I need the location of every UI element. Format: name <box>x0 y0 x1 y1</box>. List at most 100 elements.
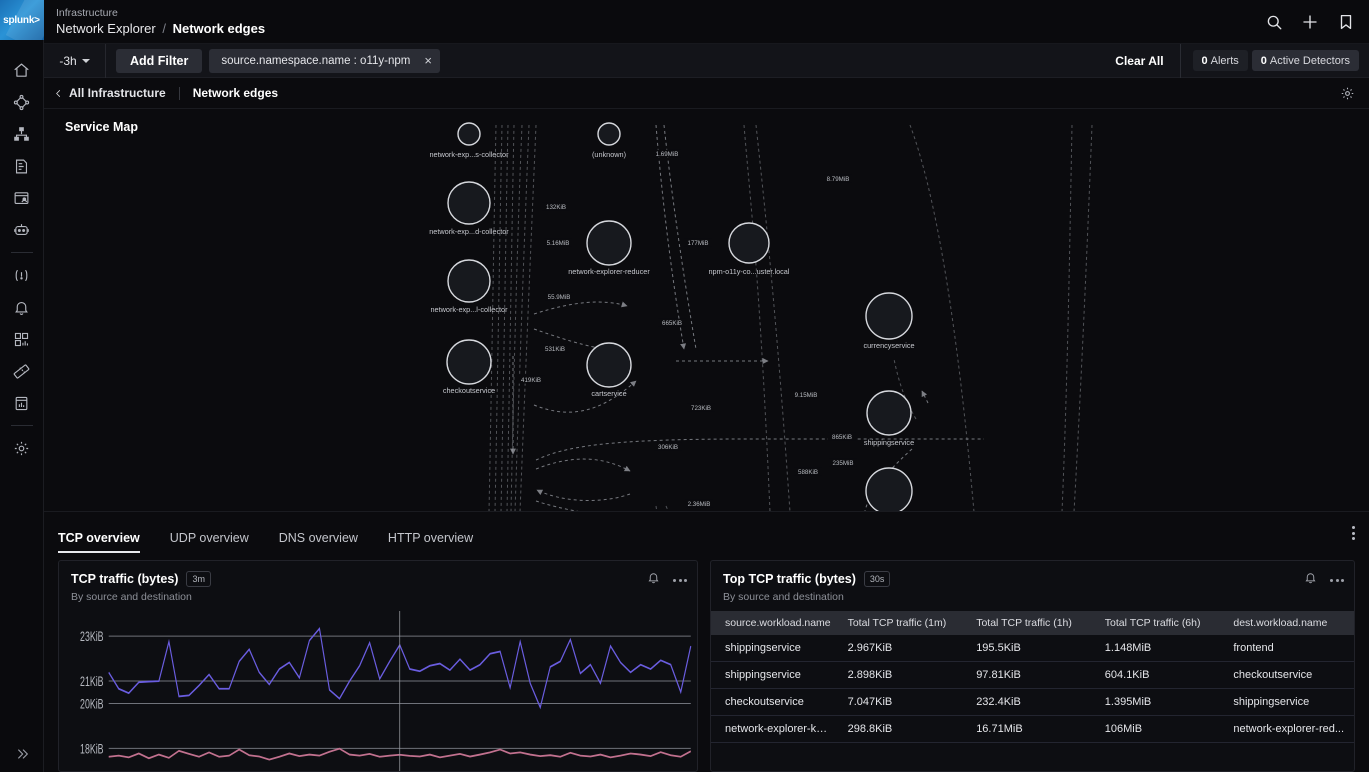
edge-traffic-label: 306KiB <box>658 444 678 451</box>
service-node[interactable] <box>598 123 620 145</box>
dashboards-icon[interactable] <box>0 323 44 355</box>
table-cell: network-explorer-red... <box>1225 716 1354 743</box>
incidents-icon[interactable] <box>0 259 44 291</box>
sub-navigation: All Infrastructure Network edges <box>44 78 1369 109</box>
filter-bar: -3h Add Filter source.namespace.name : o… <box>44 44 1369 78</box>
tabs-overflow-menu-icon[interactable] <box>1352 526 1355 553</box>
table-head: source.workload.nameTotal TCP traffic (1… <box>711 611 1354 635</box>
breadcrumb-parent: Infrastructure <box>56 7 265 19</box>
tab-dns-overview[interactable]: DNS overview <box>279 512 358 553</box>
close-icon[interactable]: × <box>424 54 432 67</box>
edge-traffic-label: 2.36MiB <box>688 501 711 508</box>
splunk-logo[interactable]: splunk> <box>0 0 44 40</box>
table-panel-header: Top TCP traffic (bytes) 30s By source an… <box>711 561 1354 603</box>
tcp-traffic-chart[interactable]: 23KiB21KiB20KiB18KiB <box>59 611 697 771</box>
table-cell: shippingservice <box>711 662 840 689</box>
service-node[interactable] <box>448 182 490 224</box>
left-nav-rail: splunk> <box>0 0 44 772</box>
table-column-header[interactable]: dest.workload.name <box>1225 611 1354 635</box>
table-cell: 2.898KiB <box>840 662 969 689</box>
service-node[interactable] <box>866 468 912 512</box>
table-column-header[interactable]: Total TCP traffic (1m) <box>840 611 969 635</box>
status-badge-detectors[interactable]: 0Active Detectors <box>1252 50 1359 71</box>
table-row[interactable]: shippingservice2.967KiB195.5KiB1.148MiBf… <box>711 635 1354 662</box>
home-icon[interactable] <box>0 54 44 86</box>
service-node[interactable] <box>448 260 490 302</box>
page-title: Network edges <box>173 21 265 36</box>
chart-panel-menu-icon[interactable] <box>673 579 687 582</box>
logs-icon[interactable] <box>0 150 44 182</box>
plus-icon[interactable] <box>1301 13 1319 31</box>
table-cell: 2.967KiB <box>840 635 969 662</box>
table-cell: checkoutservice <box>1225 662 1354 689</box>
main-column: Infrastructure Network Explorer / Networ… <box>44 0 1369 772</box>
edge-traffic-label: 723KiB <box>691 405 711 412</box>
table-cell: checkoutservice <box>711 689 840 716</box>
service-map-panel[interactable]: Service Map <box>44 109 1369 512</box>
table-row[interactable]: shippingservice2.898KiB97.81KiB604.1KiBc… <box>711 662 1354 689</box>
apm-icon[interactable] <box>0 86 44 118</box>
status-badges: 0Alerts 0Active Detectors <box>1181 50 1359 71</box>
clear-all-button[interactable]: Clear All <box>1115 44 1180 78</box>
settings-gear-icon[interactable] <box>0 432 44 464</box>
detectors-label: Active Detectors <box>1270 55 1350 67</box>
data-archive-icon[interactable] <box>0 387 44 419</box>
tab-udp-overview[interactable]: UDP overview <box>170 512 249 553</box>
chart-panel-subtitle: By source and destination <box>71 591 685 603</box>
alert-bell-icon[interactable] <box>647 571 660 589</box>
infrastructure-icon[interactable] <box>0 118 44 150</box>
subnav-divider <box>179 87 180 100</box>
tab-http-overview[interactable]: HTTP overview <box>388 512 473 553</box>
edge-traffic-label: 177MiB <box>688 240 709 247</box>
tab-label: UDP overview <box>170 532 249 545</box>
table-row[interactable]: checkoutservice7.047KiB232.4KiB1.395MiBs… <box>711 689 1354 716</box>
table-panel-menu-icon[interactable] <box>1330 579 1344 582</box>
table-column-header[interactable]: Total TCP traffic (6h) <box>1097 611 1226 635</box>
chart-panel-tools <box>647 571 687 589</box>
rail-divider-1 <box>11 252 33 253</box>
chart-y-tick-label: 21KiB <box>80 674 104 690</box>
service-node[interactable] <box>866 293 912 339</box>
overview-tabs: TCP overview UDP overview DNS overview HTTP… <box>58 512 503 553</box>
service-node[interactable] <box>447 340 491 384</box>
service-map-canvas[interactable]: network-exp...s-collector(unknown)networ… <box>44 109 1369 512</box>
edge-traffic-label: 588KiB <box>798 469 818 476</box>
filter-pill[interactable]: source.namespace.name : o11y-npm × <box>209 49 440 73</box>
chevron-down-icon <box>82 59 90 63</box>
metrics-ruler-icon[interactable] <box>0 355 44 387</box>
service-node[interactable] <box>867 391 911 435</box>
tcp-traffic-chart-panel: TCP traffic (bytes) 3m By source and des… <box>58 560 698 772</box>
table-row[interactable]: network-explorer-ker...298.8KiB16.71MiB1… <box>711 716 1354 743</box>
table-column-header[interactable]: source.workload.name <box>711 611 840 635</box>
table-cell: 604.1KiB <box>1097 662 1226 689</box>
service-node[interactable] <box>587 221 631 265</box>
table-cell: shippingservice <box>711 635 840 662</box>
service-node[interactable] <box>458 123 480 145</box>
back-to-all-infrastructure[interactable]: All Infrastructure <box>54 86 166 100</box>
gear-icon[interactable] <box>1340 86 1355 101</box>
chart-y-tick-label: 20KiB <box>80 696 104 712</box>
service-node[interactable] <box>587 343 631 387</box>
status-badge-alerts[interactable]: 0Alerts <box>1193 50 1248 71</box>
table-cell: 106MiB <box>1097 716 1226 743</box>
alerts-bell-icon[interactable] <box>0 291 44 323</box>
alerts-count: 0 <box>1202 55 1208 67</box>
synthetics-robot-icon[interactable] <box>0 214 44 246</box>
time-range-picker[interactable]: -3h <box>44 44 106 78</box>
search-icon[interactable] <box>1265 13 1283 31</box>
table-column-header[interactable]: Total TCP traffic (1h) <box>968 611 1097 635</box>
alert-bell-icon[interactable] <box>1304 571 1317 589</box>
service-node-label: network-exp...s-collector <box>429 150 509 159</box>
app-root: splunk> <box>0 0 1369 772</box>
breadcrumb-section[interactable]: Network Explorer <box>56 21 156 36</box>
service-node[interactable] <box>729 223 769 263</box>
tab-tcp-overview[interactable]: TCP overview <box>58 512 140 553</box>
table-cell: 232.4KiB <box>968 689 1097 716</box>
bookmark-icon[interactable] <box>1337 13 1355 31</box>
header-actions <box>1265 13 1355 31</box>
rail-divider-2 <box>11 425 33 426</box>
add-filter-button[interactable]: Add Filter <box>116 49 202 73</box>
expand-nav-icon[interactable] <box>0 746 44 762</box>
rum-icon[interactable] <box>0 182 44 214</box>
rail-icon-list <box>0 40 44 464</box>
